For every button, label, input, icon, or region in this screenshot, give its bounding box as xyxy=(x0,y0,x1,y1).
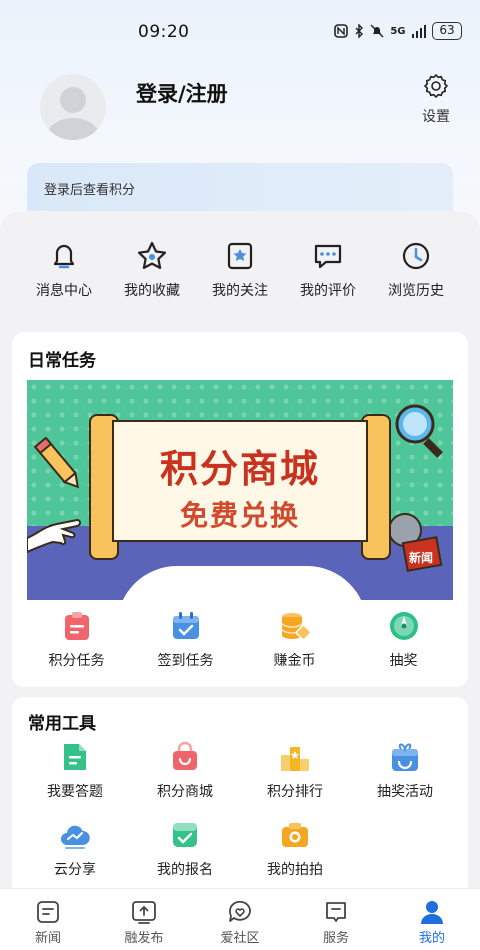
camera-icon xyxy=(282,823,308,847)
task-label: 抽奖 xyxy=(389,653,418,669)
common-tools-card: 常用工具 我要答题 积分商城 积分排行 抽奖活动 云分享 我的报名 我的拍拍 xyxy=(12,697,468,897)
task-earn-coins[interactable]: 赚金币 xyxy=(250,610,340,670)
tool-label: 我的拍拍 xyxy=(267,862,323,878)
quick-actions-row: 消息中心 我的收藏 我的关注 我的评价 浏览历史 xyxy=(0,238,480,300)
login-register-link[interactable]: 登录/注册 xyxy=(136,78,228,108)
spinner-icon xyxy=(389,612,418,640)
nfc-icon xyxy=(334,24,349,38)
quick-action-messages[interactable]: 消息中心 xyxy=(26,238,102,300)
avatar[interactable] xyxy=(40,74,106,140)
tab-community[interactable]: 爱社区 xyxy=(192,889,288,950)
task-points[interactable]: 积分任务 xyxy=(32,610,122,670)
tool-label: 我的报名 xyxy=(157,862,213,878)
news-tag: 新闻 xyxy=(409,550,433,565)
quick-action-reviews[interactable]: 我的评价 xyxy=(290,238,366,300)
answer-doc-icon xyxy=(64,744,86,770)
star-icon xyxy=(137,241,167,269)
gear-icon xyxy=(424,74,448,98)
quick-action-label: 我的评价 xyxy=(300,283,356,299)
banner-scroll: 积分商城 免费兑换 xyxy=(112,420,368,542)
task-label: 签到任务 xyxy=(157,653,214,669)
profile-tab-icon xyxy=(421,901,443,924)
tool-my-registration[interactable]: 我的报名 xyxy=(130,819,240,879)
task-checkin[interactable]: 签到任务 xyxy=(141,610,231,670)
hand-icon xyxy=(27,518,81,554)
bluetooth-icon xyxy=(355,24,364,38)
service-tab-icon xyxy=(326,902,346,922)
status-icons: 5G 63 xyxy=(334,22,462,40)
pencil-icon xyxy=(33,436,80,489)
clock-icon xyxy=(402,242,430,270)
task-label: 赚金币 xyxy=(273,653,316,669)
bottom-tab-bar: 新闻 融发布 爱社区 服务 我的 xyxy=(0,888,480,950)
tool-label: 积分商城 xyxy=(157,784,213,800)
tab-news[interactable]: 新闻 xyxy=(0,889,96,950)
banner-headline: 积分商城 xyxy=(159,447,320,491)
tools-grid: 我要答题 积分商城 积分排行 抽奖活动 云分享 我的报名 我的拍拍 xyxy=(12,741,468,879)
points-hint: 登录后查看积分 xyxy=(44,183,136,198)
tab-label: 我的 xyxy=(418,931,445,946)
calendar-check-icon xyxy=(172,612,199,639)
task-lottery[interactable]: 抽奖 xyxy=(359,610,449,670)
status-time: 09:20 xyxy=(138,22,190,42)
prize-box-icon xyxy=(392,743,418,771)
news-tab-icon xyxy=(37,901,59,923)
points-mall-banner[interactable]: 新闻 积分商城 免费兑换 xyxy=(27,380,453,600)
settings-button[interactable]: 设置 xyxy=(416,72,456,126)
status-bar: 09:20 5G 63 xyxy=(0,0,480,64)
tool-points-mall[interactable]: 积分商城 xyxy=(130,741,240,801)
mute-bell-icon xyxy=(370,24,384,38)
tool-label: 积分排行 xyxy=(267,784,323,800)
tab-mine[interactable]: 我的 xyxy=(384,889,480,950)
quick-action-favorites[interactable]: 我的收藏 xyxy=(114,238,190,300)
signup-check-icon xyxy=(173,823,197,847)
publish-tab-icon xyxy=(132,901,156,924)
tab-publish[interactable]: 融发布 xyxy=(96,889,192,950)
quick-action-history[interactable]: 浏览历史 xyxy=(378,238,454,300)
quick-action-label: 我的关注 xyxy=(212,283,268,299)
quick-action-label: 我的收藏 xyxy=(124,283,180,299)
tool-label: 云分享 xyxy=(54,862,96,878)
comment-icon xyxy=(314,244,342,269)
tab-service[interactable]: 服务 xyxy=(288,889,384,950)
section-title: 日常任务 xyxy=(28,351,96,371)
tool-label: 我要答题 xyxy=(47,784,103,800)
signal-icon xyxy=(411,24,426,38)
daily-task-row: 积分任务 签到任务 赚金币 抽奖 xyxy=(12,610,468,670)
community-tab-icon xyxy=(229,900,251,922)
quick-action-label: 浏览历史 xyxy=(388,283,444,299)
shopping-bag-icon xyxy=(173,741,197,770)
tool-label: 抽奖活动 xyxy=(377,784,433,800)
tool-my-photos[interactable]: 我的拍拍 xyxy=(240,819,350,879)
tool-lottery-event[interactable]: 抽奖活动 xyxy=(350,741,460,801)
clipboard-icon xyxy=(64,612,89,640)
tool-ranking[interactable]: 积分排行 xyxy=(240,741,350,801)
bookmark-star-icon xyxy=(227,242,253,270)
bell-icon xyxy=(53,244,75,269)
task-label: 积分任务 xyxy=(48,653,105,669)
tab-label: 融发布 xyxy=(124,931,164,946)
coins-icon xyxy=(280,613,311,641)
network-label: 5G xyxy=(390,25,406,37)
cloud-share-icon xyxy=(61,825,90,849)
tab-label: 服务 xyxy=(322,931,349,946)
magnifier-icon xyxy=(395,404,443,458)
battery-indicator: 63 xyxy=(432,22,462,40)
tool-cloud-share[interactable]: 云分享 xyxy=(20,819,130,879)
podium-icon xyxy=(281,747,309,771)
tab-label: 新闻 xyxy=(34,931,61,946)
tool-quiz[interactable]: 我要答题 xyxy=(20,741,130,801)
daily-tasks-card: 日常任务 新闻 积分商城 免费兑换 积分任务 签到任务 赚金币 抽奖 xyxy=(12,332,468,687)
quick-action-label: 消息中心 xyxy=(36,283,92,299)
section-title: 常用工具 xyxy=(28,714,96,734)
microphone-icon: 新闻 xyxy=(388,513,443,572)
settings-label: 设置 xyxy=(422,109,450,125)
banner-subheadline: 免费兑换 xyxy=(179,499,300,532)
tab-label: 爱社区 xyxy=(220,931,260,946)
quick-action-following[interactable]: 我的关注 xyxy=(202,238,278,300)
